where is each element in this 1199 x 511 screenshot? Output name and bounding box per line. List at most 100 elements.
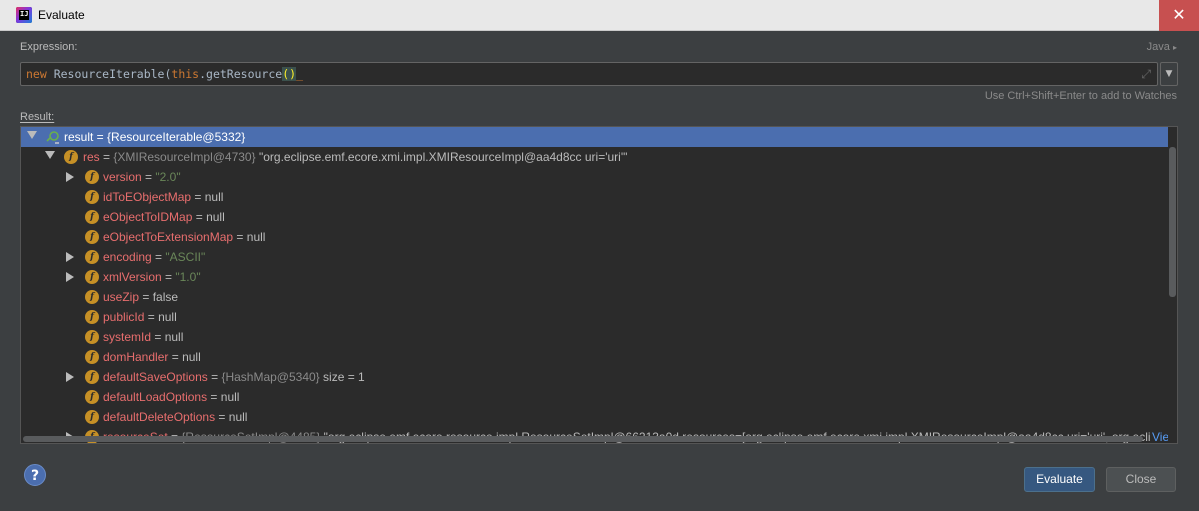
expand-arrow-icon[interactable] [66, 372, 74, 382]
expression-input[interactable]: new ResourceIterable(this.getResource()_… [20, 62, 1158, 86]
text-cursor: _ [296, 67, 303, 81]
field-icon: f [85, 190, 99, 204]
field-value: "2.0" [155, 170, 181, 184]
field-icon: f [85, 270, 99, 284]
field-value: false [152, 290, 179, 304]
code-parens: () [282, 67, 297, 81]
field-icon: f [85, 210, 99, 224]
tree-row-text: defaultLoadOptions = null [103, 390, 239, 404]
field-type: {ResourceIterable@5332} [107, 130, 246, 144]
result-label: Result: [20, 111, 55, 123]
field-value: null [158, 310, 177, 324]
watch-result-icon [46, 131, 59, 144]
tree-row-useZip[interactable]: f useZip = false [21, 287, 1169, 307]
intellij-app-icon: IJ [16, 7, 32, 23]
field-value: "1.0" [175, 270, 201, 284]
field-icon: f [85, 330, 99, 344]
vertical-scrollbar[interactable] [1168, 127, 1177, 443]
tree-row-text: systemId = null [103, 330, 183, 344]
tree-row-text: eObjectToExtensionMap = null [103, 230, 265, 244]
field-value: "org.eclipse.emf.ecore.xmi.impl.XMIResou… [255, 150, 628, 164]
field-name: domHandler [103, 350, 169, 364]
collapse-arrow-icon[interactable] [27, 131, 37, 139]
tree-row-text: encoding = "ASCII" [103, 250, 205, 264]
tree-row-text: version = "2.0" [103, 170, 181, 184]
field-value: null [204, 190, 224, 204]
tree-row-eObjectToIDMap[interactable]: f eObjectToIDMap = null [21, 207, 1169, 227]
field-name: result [64, 130, 94, 144]
horizontal-scroll-thumb[interactable] [23, 436, 1143, 442]
field-name: systemId [103, 330, 152, 344]
field-value: size = 1 [319, 370, 365, 384]
tree-row-idToEObjectMap[interactable]: f idToEObjectMap = null [21, 187, 1169, 207]
field-icon: f [85, 290, 99, 304]
expand-arrow-icon[interactable] [66, 252, 74, 262]
close-button[interactable]: Close [1106, 467, 1176, 492]
field-value: null [220, 390, 240, 404]
evaluate-button[interactable]: Evaluate [1024, 467, 1095, 492]
tree-row-text: domHandler = null [103, 350, 201, 364]
field-value: null [182, 350, 201, 364]
watches-hint: Use Ctrl+Shift+Enter to add to Watches [984, 90, 1177, 102]
equals-sign: = [99, 150, 114, 164]
language-arrow-icon: ▸ [1172, 43, 1177, 52]
equals-sign: = [144, 310, 159, 324]
language-label: Java [1146, 41, 1170, 53]
window-title: Evaluate [38, 8, 85, 22]
tree-row-text: res = {XMIResourceImpl@4730} "org.eclips… [83, 150, 627, 164]
tree-row-xmlVersion[interactable]: f xmlVersion = "1.0" [21, 267, 1169, 287]
tree-row-defaultDeleteOptions[interactable]: f defaultDeleteOptions = null [21, 407, 1169, 427]
field-name: defaultSaveOptions [103, 370, 208, 384]
vertical-scroll-thumb[interactable] [1169, 147, 1176, 297]
equals-sign: = [233, 230, 247, 244]
field-value: null [228, 410, 248, 424]
equals-sign: = [191, 190, 205, 204]
result-tree[interactable]: result = {ResourceIterable@5332} f res =… [20, 126, 1178, 444]
equals-sign: = [192, 210, 207, 224]
help-button[interactable]: ? [24, 464, 46, 486]
field-name: version [103, 170, 142, 184]
tree-row-res[interactable]: f res = {XMIResourceImpl@4730} "org.ecli… [21, 147, 1169, 167]
tree-row-eObjectToExtensionMap[interactable]: f eObjectToExtensionMap = null [21, 227, 1169, 247]
tree-row-text: eObjectToIDMap = null [103, 210, 225, 224]
equals-sign: = [139, 290, 153, 304]
window-close-button[interactable]: ✕ [1159, 0, 1199, 31]
tree-row-text: idToEObjectMap = null [103, 190, 223, 204]
field-name: eObjectToIDMap [103, 210, 193, 224]
field-name: eObjectToExtensionMap [103, 230, 234, 244]
tree-row-text: defaultSaveOptions = {HashMap@5340} size… [103, 370, 365, 384]
tree-row-text: useZip = false [103, 290, 178, 304]
tree-row-publicId[interactable]: f publicId = null [21, 307, 1169, 327]
tree-row-version[interactable]: f version = "2.0" [21, 167, 1169, 187]
expand-arrow-icon[interactable] [66, 272, 74, 282]
field-name: encoding [103, 250, 152, 264]
field-icon: f [85, 230, 99, 244]
expand-arrow-icon[interactable] [66, 172, 74, 182]
tree-row-text: result = {ResourceIterable@5332} [64, 130, 245, 144]
tree-row-defaultLoadOptions[interactable]: f defaultLoadOptions = null [21, 387, 1169, 407]
equals-sign: = [161, 270, 176, 284]
title-bar: IJ Evaluate ✕ [0, 0, 1199, 31]
equals-sign: = [207, 390, 221, 404]
tree-row-defaultSaveOptions[interactable]: f defaultSaveOptions = {HashMap@5340} si… [21, 367, 1169, 387]
field-icon: f [64, 150, 78, 164]
expand-editor-icon[interactable]: ⤢ [1141, 67, 1151, 82]
equals-sign: = [215, 410, 229, 424]
code-constructor: ResourceIterable( [46, 67, 172, 81]
tree-row-result[interactable]: result = {ResourceIterable@5332} [21, 127, 1169, 147]
history-dropdown-button[interactable]: ▼ [1160, 62, 1178, 86]
horizontal-scrollbar[interactable] [21, 435, 1170, 443]
field-icon: f [85, 390, 99, 404]
tree-row-encoding[interactable]: f encoding = "ASCII" [21, 247, 1169, 267]
tree-row-text: xmlVersion = "1.0" [103, 270, 201, 284]
collapse-arrow-icon[interactable] [45, 151, 55, 159]
field-type: {XMIResourceImpl@4730} [113, 150, 256, 164]
field-name: publicId [103, 310, 145, 324]
tree-row-domHandler[interactable]: f domHandler = null [21, 347, 1169, 367]
expression-code: new ResourceIterable(this.getResource()_ [26, 67, 303, 81]
language-selector[interactable]: Java ▸ [1147, 41, 1177, 53]
expression-label: Expression: [20, 41, 78, 53]
field-value: null [246, 230, 266, 244]
field-icon: f [85, 410, 99, 424]
tree-row-systemId[interactable]: f systemId = null [21, 327, 1169, 347]
